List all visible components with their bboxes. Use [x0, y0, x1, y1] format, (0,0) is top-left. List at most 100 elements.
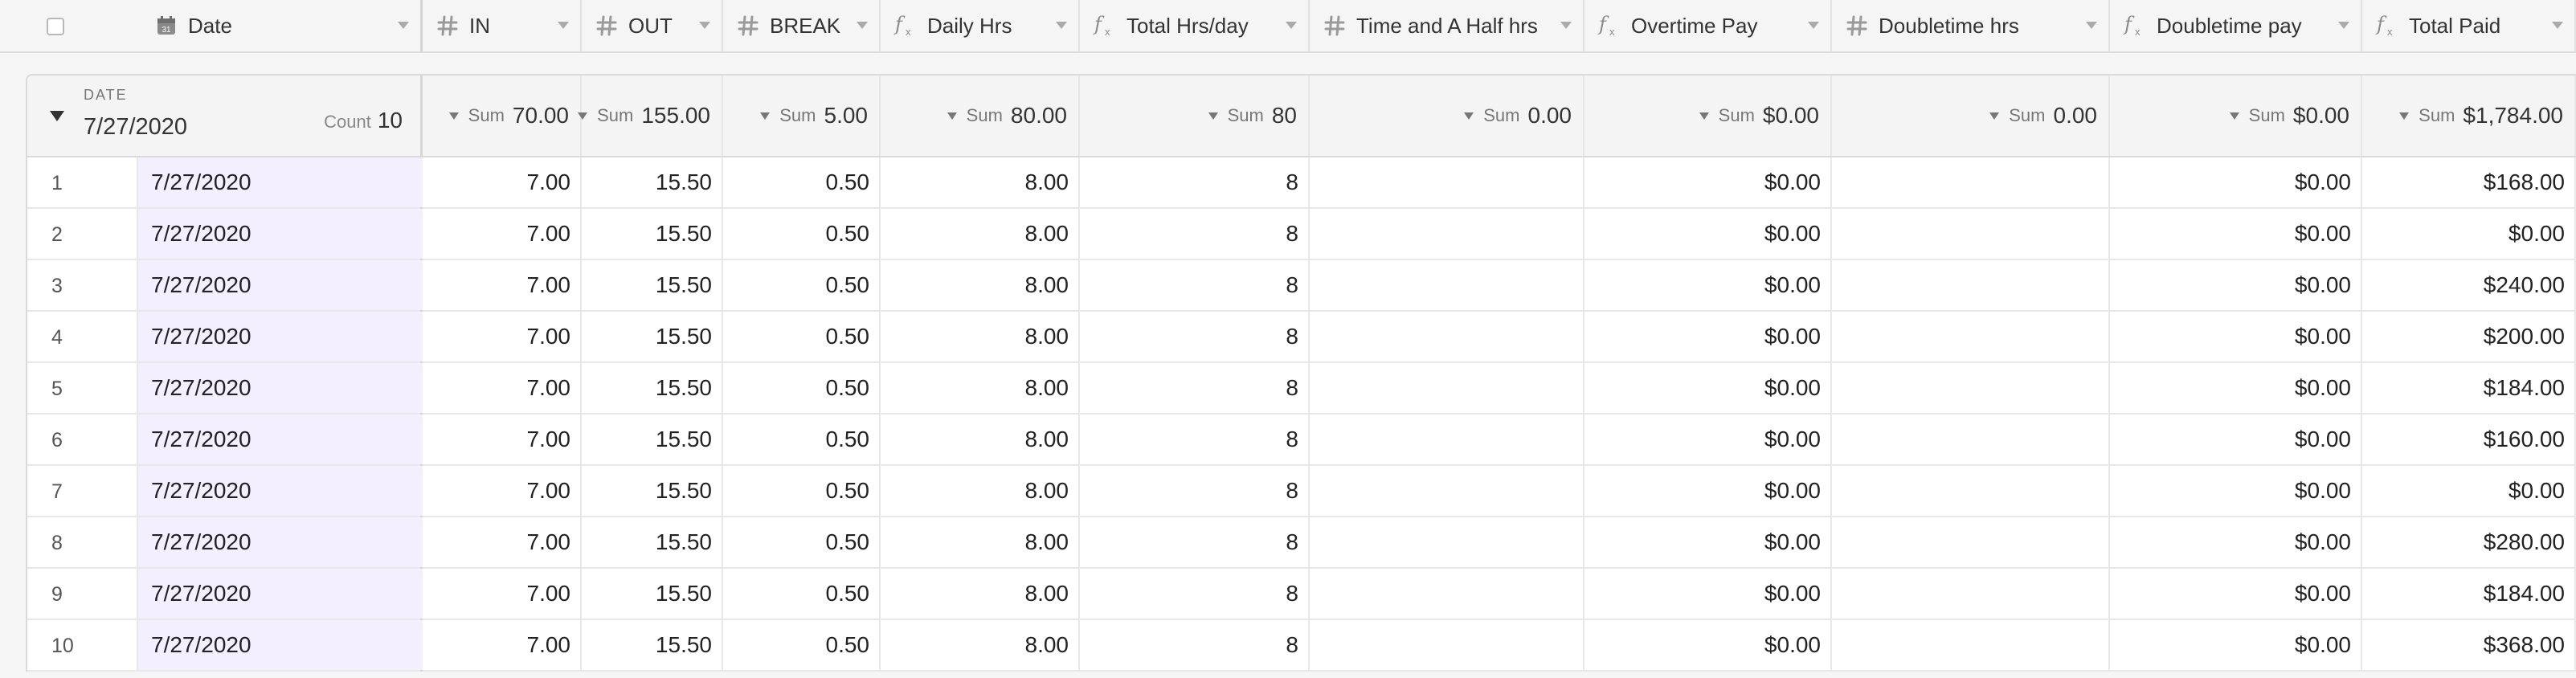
cell-ot_pay[interactable]: $0.00 [1584, 466, 1832, 516]
cell-daily[interactable]: 8.00 [881, 517, 1080, 567]
cell-out[interactable]: 15.50 [582, 157, 723, 207]
cell-dt_pay[interactable]: $0.00 [2110, 157, 2362, 207]
cell-daily[interactable]: 8.00 [881, 260, 1080, 310]
table-row[interactable]: 7.00 15.50 0.50 8.00 8 $0.00 $0.00 $280.00 [423, 517, 2576, 569]
cell-out[interactable]: 15.50 [582, 517, 723, 567]
cell-time_half[interactable] [1310, 569, 1584, 619]
cell-daily[interactable]: 8.00 [881, 157, 1080, 207]
cell-total_day[interactable]: 8 [1080, 620, 1310, 670]
summary-dropdown-icon[interactable] [2229, 112, 2239, 120]
summary-dropdown-icon[interactable] [2399, 112, 2410, 120]
chevron-down-icon[interactable] [857, 22, 868, 29]
cell-daily[interactable]: 8.00 [881, 620, 1080, 670]
cell-ot_pay[interactable]: $0.00 [1584, 415, 1832, 464]
summary-dropdown-icon[interactable] [1989, 112, 2000, 120]
column-header-daily[interactable]: f x Daily Hrs [881, 0, 1080, 53]
date-cell[interactable]: 7/27/2020 [137, 415, 423, 464]
table-row[interactable]: 2 7/27/2020 [27, 209, 423, 260]
column-header-in[interactable]: IN [423, 0, 582, 53]
date-cell[interactable]: 7/27/2020 [137, 209, 423, 259]
column-header-dt_hrs[interactable]: Doubletime hrs [1832, 0, 2110, 53]
cell-break[interactable]: 0.50 [723, 157, 881, 207]
cell-break[interactable]: 0.50 [723, 466, 881, 516]
cell-daily[interactable]: 8.00 [881, 415, 1080, 464]
cell-out[interactable]: 15.50 [582, 466, 723, 516]
date-cell[interactable]: 7/27/2020 [137, 620, 423, 670]
table-row[interactable]: 7.00 15.50 0.50 8.00 8 $0.00 $0.00 $0.00 [423, 209, 2576, 260]
cell-break[interactable]: 0.50 [723, 209, 881, 259]
cell-daily[interactable]: 8.00 [881, 569, 1080, 619]
group-header[interactable]: DATE 7/27/2020 Count 10 [26, 74, 423, 156]
cell-out[interactable]: 15.50 [582, 312, 723, 361]
cell-ot_pay[interactable]: $0.00 [1584, 260, 1832, 310]
summary-cell-ot_pay[interactable]: Sum $0.00 [1584, 76, 1832, 156]
cell-total_day[interactable]: 8 [1080, 260, 1310, 310]
cell-total_paid[interactable]: $160.00 [2362, 415, 2576, 464]
table-row[interactable]: 10 7/27/2020 [27, 620, 423, 672]
cell-dt_hrs[interactable] [1832, 415, 2110, 464]
cell-out[interactable]: 15.50 [582, 415, 723, 464]
cell-total_paid[interactable]: $168.00 [2362, 157, 2576, 207]
cell-dt_pay[interactable]: $0.00 [2110, 312, 2362, 361]
column-header-out[interactable]: OUT [582, 0, 723, 53]
cell-time_half[interactable] [1310, 260, 1584, 310]
date-cell[interactable]: 7/27/2020 [137, 569, 423, 619]
column-header-total_day[interactable]: f x Total Hrs/day [1080, 0, 1310, 53]
cell-total_day[interactable]: 8 [1080, 466, 1310, 516]
cell-time_half[interactable] [1310, 466, 1584, 516]
chevron-down-icon[interactable] [699, 22, 710, 29]
table-row[interactable]: 7 7/27/2020 [27, 466, 423, 517]
cell-time_half[interactable] [1310, 620, 1584, 670]
cell-break[interactable]: 0.50 [723, 415, 881, 464]
cell-dt_hrs[interactable] [1832, 157, 2110, 207]
cell-in[interactable]: 7.00 [423, 466, 582, 516]
summary-cell-out[interactable]: Sum 155.00 [578, 76, 723, 156]
cell-dt_hrs[interactable] [1832, 466, 2110, 516]
cell-ot_pay[interactable]: $0.00 [1584, 363, 1832, 413]
cell-time_half[interactable] [1310, 517, 1584, 567]
summary-cell-dt_pay[interactable]: Sum $0.00 [2110, 76, 2362, 156]
table-row[interactable]: 7.00 15.50 0.50 8.00 8 $0.00 $0.00 $184.00 [423, 363, 2576, 415]
cell-ot_pay[interactable]: $0.00 [1584, 620, 1832, 670]
cell-break[interactable]: 0.50 [723, 569, 881, 619]
summary-dropdown-icon[interactable] [578, 112, 588, 120]
column-header-total_paid[interactable]: f x Total Paid [2362, 0, 2576, 53]
cell-dt_hrs[interactable] [1832, 517, 2110, 567]
cell-in[interactable]: 7.00 [423, 569, 582, 619]
cell-dt_pay[interactable]: $0.00 [2110, 363, 2362, 413]
table-row[interactable]: 9 7/27/2020 [27, 569, 423, 620]
cell-daily[interactable]: 8.00 [881, 312, 1080, 361]
cell-ot_pay[interactable]: $0.00 [1584, 312, 1832, 361]
cell-time_half[interactable] [1310, 209, 1584, 259]
cell-ot_pay[interactable]: $0.00 [1584, 209, 1832, 259]
cell-dt_pay[interactable]: $0.00 [2110, 260, 2362, 310]
chevron-down-icon[interactable] [1286, 22, 1297, 29]
cell-total_paid[interactable]: $280.00 [2362, 517, 2576, 567]
cell-ot_pay[interactable]: $0.00 [1584, 517, 1832, 567]
cell-total_paid[interactable]: $200.00 [2362, 312, 2576, 361]
cell-in[interactable]: 7.00 [423, 209, 582, 259]
table-row[interactable]: 7.00 15.50 0.50 8.00 8 $0.00 $0.00 $200.00 [423, 312, 2576, 363]
cell-break[interactable]: 0.50 [723, 260, 881, 310]
table-row[interactable]: 7.00 15.50 0.50 8.00 8 $0.00 $0.00 $0.00 [423, 466, 2576, 517]
column-header-dt_pay[interactable]: f x Doubletime pay [2110, 0, 2362, 53]
chevron-down-icon[interactable] [2338, 22, 2349, 29]
cell-total_day[interactable]: 8 [1080, 157, 1310, 207]
cell-in[interactable]: 7.00 [423, 517, 582, 567]
cell-total_paid[interactable]: $184.00 [2362, 363, 2576, 413]
table-row[interactable]: 7.00 15.50 0.50 8.00 8 $0.00 $0.00 $168.00 [423, 157, 2576, 209]
table-row[interactable]: 5 7/27/2020 [27, 363, 423, 415]
summary-cell-daily[interactable]: Sum 80.00 [881, 76, 1080, 156]
cell-total_paid[interactable]: $0.00 [2362, 209, 2576, 259]
cell-out[interactable]: 15.50 [582, 260, 723, 310]
chevron-down-icon[interactable] [398, 22, 409, 29]
column-header-time_half[interactable]: Time and A Half hrs [1310, 0, 1584, 53]
cell-dt_pay[interactable]: $0.00 [2110, 517, 2362, 567]
chevron-down-icon[interactable] [2552, 22, 2563, 29]
cell-out[interactable]: 15.50 [582, 620, 723, 670]
table-row[interactable]: 8 7/27/2020 [27, 517, 423, 569]
cell-time_half[interactable] [1310, 415, 1584, 464]
column-header-break[interactable]: BREAK [723, 0, 881, 53]
cell-break[interactable]: 0.50 [723, 620, 881, 670]
table-row[interactable]: 3 7/27/2020 [27, 260, 423, 312]
